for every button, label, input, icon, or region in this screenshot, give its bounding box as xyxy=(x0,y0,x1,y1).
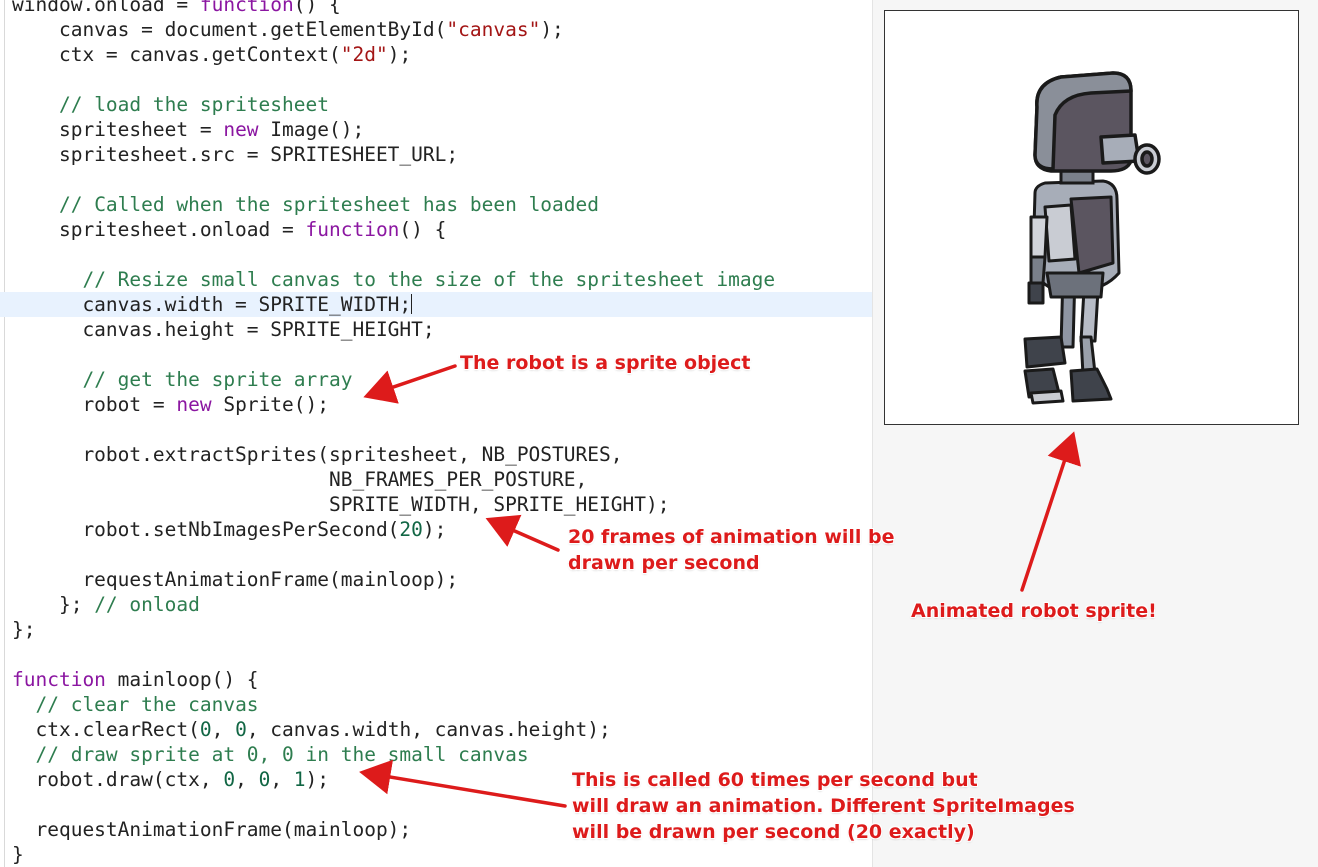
code-token: // onload xyxy=(94,593,200,616)
code-token: spritesheet = xyxy=(12,118,224,141)
code-token: robot.draw(ctx, xyxy=(12,768,224,791)
code-line[interactable]: // draw sprite at 0, 0 in the small canv… xyxy=(0,742,872,767)
code-token: function xyxy=(199,0,294,16)
code-token: requestAnimationFrame(mainloop); xyxy=(12,568,459,591)
code-line[interactable]: }; // onload xyxy=(0,592,872,617)
code-token: // Called when the spritesheet has been … xyxy=(58,193,600,216)
code-token: , canvas.width, canvas.height); xyxy=(246,718,611,741)
code-token: } xyxy=(12,843,24,866)
code-token: 0 xyxy=(199,718,212,741)
code-line[interactable]: ctx.clearRect(0, 0, canvas.width, canvas… xyxy=(0,717,872,742)
code-token: // load the spritesheet xyxy=(58,93,329,116)
code-line[interactable]: // Resize small canvas to the size of th… xyxy=(0,267,872,292)
code-token: robot = xyxy=(12,393,177,416)
code-line[interactable]: window.onload = function() { xyxy=(0,0,872,17)
code-line[interactable] xyxy=(0,167,872,192)
annotation-frames-per-second: 20 frames of animation will be drawn per… xyxy=(568,526,895,574)
code-line[interactable]: spritesheet.onload = function() { xyxy=(0,217,872,242)
code-line[interactable]: spritesheet.src = SPRITESHEET_URL; xyxy=(0,142,872,167)
code-line[interactable]: function mainloop() { xyxy=(0,667,872,692)
code-token: , xyxy=(270,768,294,791)
robot-sprite-image xyxy=(1023,71,1161,405)
code-token: new xyxy=(223,118,259,141)
code-token: robot.extractSprites(spritesheet, NB_POS… xyxy=(12,443,623,466)
code-line[interactable]: canvas = document.getElementById("canvas… xyxy=(0,17,872,42)
code-token: canvas = document.getElementById( xyxy=(12,18,447,41)
canvas-preview xyxy=(884,10,1299,425)
code-token: Image(); xyxy=(258,118,365,141)
code-token: () { xyxy=(293,0,341,16)
annotation-animated-robot: Animated robot sprite! xyxy=(911,600,1157,622)
code-token: 20 xyxy=(399,518,423,541)
code-line[interactable]: ctx = canvas.getContext("2d"); xyxy=(0,42,872,67)
code-line[interactable]: }; xyxy=(0,617,872,642)
code-token: 0 xyxy=(223,768,236,791)
code-line[interactable]: NB_FRAMES_PER_POSTURE, xyxy=(0,467,872,492)
code-line[interactable]: // load the spritesheet xyxy=(0,92,872,117)
code-token: ); xyxy=(540,18,564,41)
code-token: , xyxy=(235,768,259,791)
code-token: // clear the canvas xyxy=(35,693,259,716)
code-token: () { xyxy=(399,218,447,241)
code-token: }; xyxy=(12,618,36,641)
code-token: Sprite(); xyxy=(211,393,330,416)
code-token: ); xyxy=(305,768,330,791)
code-token: ctx.clearRect( xyxy=(12,718,200,741)
code-token: spritesheet.src = SPRITESHEET_URL; xyxy=(12,143,459,166)
code-line[interactable] xyxy=(0,242,872,267)
code-token: robot.setNbImagesPerSecond( xyxy=(12,518,400,541)
code-token: 0 xyxy=(235,718,247,741)
code-token: ctx = canvas.getContext( xyxy=(12,43,341,66)
code-token: window.onload = xyxy=(12,0,200,16)
code-line[interactable]: SPRITE_WIDTH, SPRITE_HEIGHT); xyxy=(0,492,872,517)
code-token: new xyxy=(176,393,212,416)
code-token: spritesheet.onload = xyxy=(12,218,306,241)
code-token: function xyxy=(305,218,400,241)
code-token: // get the sprite array xyxy=(82,368,353,391)
code-line[interactable]: robot = new Sprite(); xyxy=(0,392,872,417)
code-line[interactable]: canvas.height = SPRITE_HEIGHT; xyxy=(0,317,872,342)
code-line[interactable]: // clear the canvas xyxy=(0,692,872,717)
code-token: "canvas" xyxy=(446,18,541,41)
code-token: canvas.height = SPRITE_HEIGHT; xyxy=(12,318,435,341)
code-line[interactable] xyxy=(0,417,872,442)
code-token: }; xyxy=(12,593,95,616)
code-token: function xyxy=(12,668,106,691)
annotation-robot-sprite: The robot is a sprite object xyxy=(460,352,751,374)
code-line[interactable]: robot.extractSprites(spritesheet, NB_POS… xyxy=(0,442,872,467)
code-token: requestAnimationFrame(mainloop); xyxy=(12,818,412,841)
code-editor[interactable]: window.onload = function() { canvas = do… xyxy=(0,0,872,867)
code-line[interactable]: canvas.width = SPRITE_WIDTH; xyxy=(0,292,872,317)
code-token: canvas.width = SPRITE_WIDTH; xyxy=(12,293,412,316)
code-token: 1 xyxy=(293,768,306,791)
code-token: NB_FRAMES_PER_POSTURE, xyxy=(12,468,588,491)
code-token: // Resize small canvas to the size of th… xyxy=(82,268,776,291)
code-line[interactable] xyxy=(0,67,872,92)
code-token: 0 xyxy=(258,768,271,791)
code-line[interactable] xyxy=(0,642,872,667)
code-token: ); xyxy=(422,518,447,541)
code-token: // draw sprite at 0, 0 in the small canv… xyxy=(35,743,529,766)
code-token: "2d" xyxy=(340,43,388,66)
code-token: mainloop() { xyxy=(105,668,259,691)
code-token: ); xyxy=(387,43,412,66)
text-cursor xyxy=(411,294,413,314)
code-token: , xyxy=(211,718,236,741)
code-line[interactable]: } xyxy=(0,842,872,867)
code-line[interactable]: spritesheet = new Image(); xyxy=(0,117,872,142)
code-line[interactable]: // Called when the spritesheet has been … xyxy=(0,192,872,217)
code-token: SPRITE_WIDTH, SPRITE_HEIGHT); xyxy=(12,493,670,516)
annotation-called-per-second: This is called 60 times per second but w… xyxy=(572,769,1075,843)
